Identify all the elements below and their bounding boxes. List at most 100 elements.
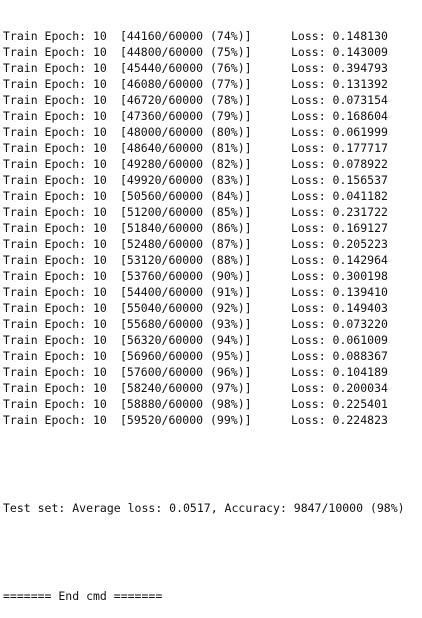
log-line: Train Epoch: 10 [48640/60000 (81%)] Loss: …	[3, 140, 422, 156]
progress-text: [48000/60000 (80%)]	[120, 125, 252, 139]
epoch-label: Train Epoch: 10	[3, 397, 107, 411]
epoch-label: Train Epoch: 10	[3, 333, 107, 347]
epoch-label: Train Epoch: 10	[3, 77, 107, 91]
epoch-label: Train Epoch: 10	[3, 125, 107, 139]
loss-text: Loss: 0.078922	[291, 157, 388, 171]
progress-text: [49920/60000 (83%)]	[120, 173, 252, 187]
loss-text: Loss: 0.156537	[291, 173, 388, 187]
log-line: Train Epoch: 10 [58240/60000 (97%)] Loss: …	[3, 380, 422, 396]
log-line: Train Epoch: 10 [49280/60000 (82%)] Loss: …	[3, 156, 422, 172]
progress-text: [50560/60000 (84%)]	[120, 189, 252, 203]
loss-text: Loss: 0.169127	[291, 221, 388, 235]
epoch-label: Train Epoch: 10	[3, 301, 107, 315]
loss-text: Loss: 0.131392	[291, 77, 388, 91]
end-cmd-marker: ======= End cmd =======	[3, 589, 163, 603]
log-line: Train Epoch: 10 [53120/60000 (88%)] Loss: …	[3, 252, 422, 268]
progress-text: [46720/60000 (78%)]	[120, 93, 252, 107]
epoch-label: Train Epoch: 10	[3, 365, 107, 379]
log-line: Train Epoch: 10 [44160/60000 (74%)] Loss: …	[3, 28, 422, 44]
log-line: Train Epoch: 10 [56320/60000 (94%)] Loss: …	[3, 332, 422, 348]
test-summary-line: Test set: Average loss: 0.0517, Accuracy…	[3, 501, 405, 515]
progress-text: [59520/60000 (99%)]	[120, 413, 252, 427]
log-line: Train Epoch: 10 [47360/60000 (79%)] Loss: …	[3, 108, 422, 124]
loss-text: Loss: 0.088367	[291, 349, 388, 363]
epoch-label: Train Epoch: 10	[3, 221, 107, 235]
log-line: Train Epoch: 10 [46080/60000 (77%)] Loss: …	[3, 76, 422, 92]
progress-text: [53760/60000 (90%)]	[120, 269, 252, 283]
log-line: Train Epoch: 10 [53760/60000 (90%)] Loss: …	[3, 268, 422, 284]
epoch-label: Train Epoch: 10	[3, 285, 107, 299]
epoch-label: Train Epoch: 10	[3, 93, 107, 107]
progress-text: [58880/60000 (98%)]	[120, 397, 252, 411]
progress-text: [54400/60000 (91%)]	[120, 285, 252, 299]
progress-text: [49280/60000 (82%)]	[120, 157, 252, 171]
log-line: Train Epoch: 10 [57600/60000 (96%)] Loss: …	[3, 364, 422, 380]
log-line: Train Epoch: 10 [58880/60000 (98%)] Loss: …	[3, 396, 422, 412]
progress-text: [55040/60000 (92%)]	[120, 301, 252, 315]
log-line: Train Epoch: 10 [46720/60000 (78%)] Loss: …	[3, 92, 422, 108]
log-line: Train Epoch: 10 [45440/60000 (76%)] Loss: …	[3, 60, 422, 76]
loss-text: Loss: 0.231722	[291, 205, 388, 219]
progress-text: [56960/60000 (95%)]	[120, 349, 252, 363]
loss-text: Loss: 0.394793	[291, 61, 388, 75]
train-log: Train Epoch: 10 [44160/60000 (74%)] Loss: …	[3, 28, 422, 428]
epoch-label: Train Epoch: 10	[3, 317, 107, 331]
log-line: Train Epoch: 10 [55680/60000 (93%)] Loss: …	[3, 316, 422, 332]
loss-text: Loss: 0.142964	[291, 253, 388, 267]
loss-text: Loss: 0.061009	[291, 333, 388, 347]
progress-text: [58240/60000 (97%)]	[120, 381, 252, 395]
progress-text: [52480/60000 (87%)]	[120, 237, 252, 251]
epoch-label: Train Epoch: 10	[3, 205, 107, 219]
log-line: Train Epoch: 10 [44800/60000 (75%)] Loss: …	[3, 44, 422, 60]
epoch-label: Train Epoch: 10	[3, 45, 107, 59]
log-line: Train Epoch: 10 [54400/60000 (91%)] Loss: …	[3, 284, 422, 300]
progress-text: [48640/60000 (81%)]	[120, 141, 252, 155]
log-line: Train Epoch: 10 [51840/60000 (86%)] Loss: …	[3, 220, 422, 236]
log-line: Train Epoch: 10 [52480/60000 (87%)] Loss: …	[3, 236, 422, 252]
epoch-label: Train Epoch: 10	[3, 109, 107, 123]
log-line: Train Epoch: 10 [49920/60000 (83%)] Loss: …	[3, 172, 422, 188]
loss-text: Loss: 0.104189	[291, 365, 388, 379]
progress-text: [44160/60000 (74%)]	[120, 29, 252, 43]
loss-text: Loss: 0.149403	[291, 301, 388, 315]
log-line: Train Epoch: 10 [55040/60000 (92%)] Loss: …	[3, 300, 422, 316]
epoch-label: Train Epoch: 10	[3, 141, 107, 155]
epoch-label: Train Epoch: 10	[3, 237, 107, 251]
epoch-label: Train Epoch: 10	[3, 349, 107, 363]
console-output: Train Epoch: 10 [44160/60000 (74%)] Loss: …	[3, 0, 422, 618]
progress-text: [53120/60000 (88%)]	[120, 253, 252, 267]
epoch-label: Train Epoch: 10	[3, 253, 107, 267]
log-line: Train Epoch: 10 [56960/60000 (95%)] Loss: …	[3, 348, 422, 364]
progress-text: [47360/60000 (79%)]	[120, 109, 252, 123]
loss-text: Loss: 0.205223	[291, 237, 388, 251]
loss-text: Loss: 0.073154	[291, 93, 388, 107]
progress-text: [45440/60000 (76%)]	[120, 61, 252, 75]
progress-text: [51840/60000 (86%)]	[120, 221, 252, 235]
loss-text: Loss: 0.139410	[291, 285, 388, 299]
loss-text: Loss: 0.300198	[291, 269, 388, 283]
epoch-label: Train Epoch: 10	[3, 29, 107, 43]
loss-text: Loss: 0.143009	[291, 45, 388, 59]
loss-text: Loss: 0.224823	[291, 413, 388, 427]
progress-text: [44800/60000 (75%)]	[120, 45, 252, 59]
log-line: Train Epoch: 10 [50560/60000 (84%)] Loss: …	[3, 188, 422, 204]
log-line: Train Epoch: 10 [48000/60000 (80%)] Loss: …	[3, 124, 422, 140]
epoch-label: Train Epoch: 10	[3, 381, 107, 395]
loss-text: Loss: 0.177717	[291, 141, 388, 155]
epoch-label: Train Epoch: 10	[3, 61, 107, 75]
epoch-label: Train Epoch: 10	[3, 413, 107, 427]
loss-text: Loss: 0.148130	[291, 29, 388, 43]
loss-text: Loss: 0.041182	[291, 189, 388, 203]
loss-text: Loss: 0.200034	[291, 381, 388, 395]
progress-text: [51200/60000 (85%)]	[120, 205, 252, 219]
loss-text: Loss: 0.225401	[291, 397, 388, 411]
log-line: Train Epoch: 10 [59520/60000 (99%)] Loss: …	[3, 412, 422, 428]
progress-text: [55680/60000 (93%)]	[120, 317, 252, 331]
loss-text: Loss: 0.073220	[291, 317, 388, 331]
epoch-label: Train Epoch: 10	[3, 269, 107, 283]
epoch-label: Train Epoch: 10	[3, 157, 107, 171]
epoch-label: Train Epoch: 10	[3, 173, 107, 187]
loss-text: Loss: 0.168604	[291, 109, 388, 123]
